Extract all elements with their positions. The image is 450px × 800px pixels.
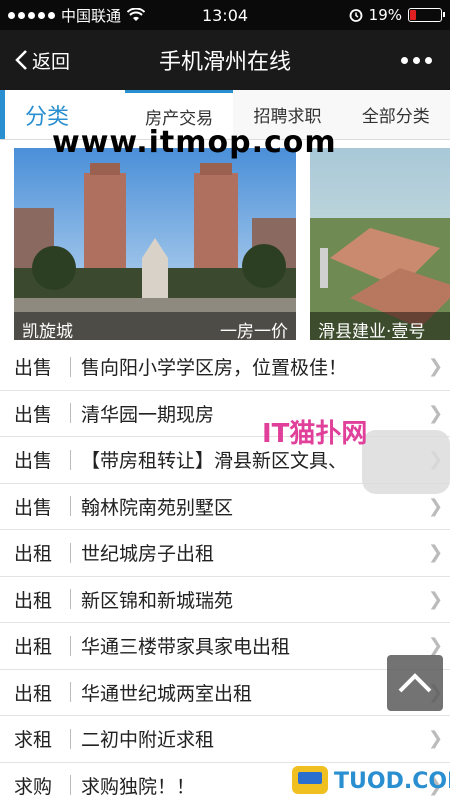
status-bar: 中国联通 13:04 19% bbox=[0, 0, 450, 30]
more-dot-icon bbox=[413, 56, 420, 64]
chevron-right-icon: ❯ bbox=[428, 356, 444, 378]
more-dot-icon bbox=[401, 56, 408, 64]
listing-type: 出租 bbox=[14, 636, 53, 659]
divider bbox=[70, 682, 71, 703]
listing-list: 出售 售向阳小学学区房，位置极佳！ ❯ 出售 清华园一期现房 ❯ 出售 【带房租转让】滑县新区… bbox=[0, 344, 450, 800]
divider bbox=[70, 356, 71, 377]
signal-icon bbox=[8, 11, 55, 19]
more-dot-icon bbox=[425, 56, 432, 64]
nav-bar: 返回 手机滑州在线 bbox=[0, 30, 450, 90]
listing-type: 出租 bbox=[14, 589, 53, 612]
back-button[interactable]: 返回 bbox=[0, 47, 70, 74]
chevron-right-icon: ❯ bbox=[428, 402, 444, 424]
battery-percent: 19% bbox=[368, 6, 402, 24]
status-left: 中国联通 bbox=[8, 5, 146, 26]
listing-type: 出售 bbox=[14, 450, 53, 473]
chevron-left-icon bbox=[15, 50, 27, 70]
assistive-touch-bubble[interactable] bbox=[362, 430, 450, 494]
divider bbox=[70, 775, 71, 796]
listing-row[interactable]: 出租华通世纪城两室出租❯ bbox=[0, 670, 450, 716]
listing-row[interactable]: 出售 售向阳小学学区房，位置极佳！ ❯ bbox=[0, 344, 450, 391]
back-label: 返回 bbox=[32, 50, 71, 73]
listing-row[interactable]: 出租 新区锦和新城瑞苑 ❯ bbox=[0, 577, 450, 623]
divider bbox=[70, 496, 71, 517]
listing-title: 二初中附近求租 bbox=[81, 729, 215, 752]
listing-title: 清华园一期现房 bbox=[81, 403, 215, 426]
chevron-right-icon: ❯ bbox=[428, 495, 444, 517]
listing-type: 出售 bbox=[14, 403, 53, 426]
listing-type: 出租 bbox=[14, 682, 53, 705]
listing-row[interactable]: 出租 华通三楼带家具家电出租 ❯ bbox=[0, 623, 450, 670]
listing-title: 世纪城房子出租 bbox=[81, 543, 215, 566]
chevron-right-icon: ❯ bbox=[428, 588, 444, 610]
listing-type: 求租 bbox=[14, 729, 53, 752]
divider bbox=[70, 542, 71, 563]
carousel-slide[interactable]: 滑县建业·壹号 bbox=[310, 148, 450, 340]
listing-row[interactable]: 求租 二初中附近求租 ❯ bbox=[0, 716, 450, 763]
slide-caption: 凯旋城 一房一价 bbox=[14, 312, 296, 340]
it-watermark: IT猫扑网 bbox=[262, 419, 368, 449]
chevron-up-icon bbox=[398, 673, 432, 693]
carousel-slide[interactable]: 凯旋城 一房一价 bbox=[14, 148, 296, 340]
carrier-label: 中国联通 bbox=[61, 6, 122, 25]
listing-type: 出售 bbox=[14, 357, 53, 380]
logo-image: TUOD.COM bbox=[292, 766, 450, 794]
slide-caption: 滑县建业·壹号 bbox=[310, 312, 450, 340]
listing-title: 新区锦和新城瑞苑 bbox=[81, 589, 234, 612]
divider bbox=[70, 449, 71, 470]
back-to-top-button[interactable] bbox=[387, 655, 443, 711]
slide-title: 凯旋城 bbox=[22, 321, 73, 341]
divider bbox=[70, 403, 71, 424]
slide-subtitle: 一房一价 bbox=[220, 321, 288, 341]
listing-type: 出售 bbox=[14, 496, 53, 519]
tab-all-categories[interactable]: 全部分类 bbox=[342, 90, 450, 139]
divider bbox=[70, 589, 71, 610]
divider bbox=[70, 635, 71, 656]
listing-title: 华通世纪城两室出租 bbox=[81, 682, 253, 705]
listing-title: 翰林院南苑别墅区 bbox=[81, 496, 234, 519]
listing-title: 售向阳小学学区房，位置极佳！ bbox=[81, 357, 348, 380]
alarm-icon bbox=[349, 9, 363, 22]
status-right: 19% bbox=[349, 6, 445, 24]
divider bbox=[70, 728, 71, 749]
listing-title: 华通三楼带家具家电出租 bbox=[81, 636, 291, 659]
wifi-icon bbox=[127, 8, 146, 21]
battery-level bbox=[410, 10, 416, 20]
chevron-right-icon: ❯ bbox=[428, 635, 444, 657]
image-carousel: 凯旋城 一房一价 滑县建业·壹号 bbox=[0, 140, 450, 340]
site-watermark: www.itmop.com bbox=[52, 125, 337, 160]
more-menu-button[interactable] bbox=[401, 56, 450, 64]
chevron-right-icon: ❯ bbox=[428, 728, 444, 750]
slide-title: 滑县建业·壹号 bbox=[318, 321, 426, 341]
listing-row[interactable]: 出租 世纪城房子出租 ❯ bbox=[0, 530, 450, 577]
listing-type: 求购 bbox=[14, 775, 53, 798]
listing-type: 出租 bbox=[14, 543, 53, 566]
battery-icon bbox=[408, 8, 445, 22]
logo-text: TUOD.COM bbox=[334, 769, 450, 794]
corner-logo-watermark: TUOD.COM bbox=[290, 760, 450, 800]
chevron-right-icon: ❯ bbox=[428, 542, 444, 564]
